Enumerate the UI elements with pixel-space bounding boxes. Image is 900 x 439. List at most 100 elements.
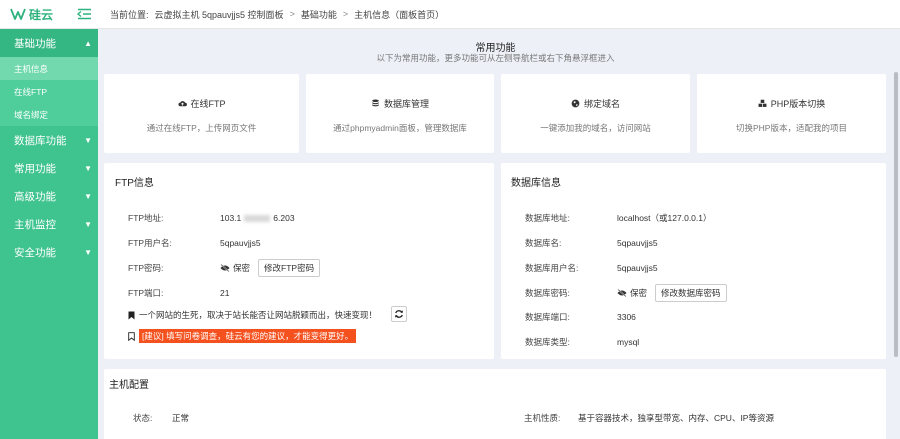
field-label: 状态: [133, 413, 153, 423]
nav-item-host-info[interactable]: 主机信息 [0, 57, 98, 80]
field-label: 数据库类型: [525, 337, 570, 347]
change-ftp-password-button[interactable]: 修改FTP密码 [258, 259, 321, 277]
panel-title: 数据库信息 [511, 178, 561, 189]
promo-notice: 一个网站的生死，取决于站长能否让网站脱颖而出，快速变现！ [128, 309, 377, 321]
ftp-port-value: 21 [220, 288, 230, 298]
redacted-blur [244, 214, 271, 222]
field-label: FTP地址: [128, 213, 164, 223]
ftp-address-suffix: 6.203 [273, 213, 295, 223]
db-type-value: mysql [617, 337, 640, 347]
survey-notice: [建议] 填写问卷调查，硅云有您的建议，才能变得更好。 [128, 329, 357, 343]
ftp-address-value: 103.1 6.203 [220, 213, 295, 223]
section-subtitle: 以下为常用功能，更多功能可从左侧导航栏或右下角悬浮框进入 [376, 53, 615, 63]
field-label: FTP端口: [128, 288, 164, 298]
refresh-icon [395, 310, 403, 318]
logo-icon [10, 8, 26, 20]
nav-item-domain-binding[interactable]: 域名绑定 [0, 103, 98, 126]
caret-down-icon: ▼ [84, 247, 92, 257]
nav-group-common[interactable]: 常用功能 ▼ [0, 154, 98, 182]
field-label: 数据库名: [525, 238, 562, 248]
quick-card-php-version[interactable]: PHP版本切换 切换PHP版本，适配我的项目 [697, 74, 886, 153]
caret-down-icon: ▼ [84, 163, 92, 173]
cubes-icon [758, 99, 767, 107]
promo-text[interactable]: 一个网站的生死，取决于站长能否让网站脱颖而出，快速变现！ [139, 309, 377, 321]
host-nature-value: 基于容器技术，独享型带宽、内存、CPU、IP等资源 [578, 413, 774, 423]
db-address-value: localhost（或127.0.0.1） [617, 213, 712, 223]
caret-down-icon: ▼ [84, 219, 92, 229]
password-mask: 保密 [233, 263, 251, 273]
change-db-password-button[interactable]: 修改数据库密码 [655, 284, 727, 302]
nav-item-online-ftp[interactable]: 在线FTP [0, 80, 98, 103]
db-password-row: 数据库密码: 保密 修改数据库密码 [525, 284, 727, 302]
db-name-row: 数据库名: 5qpauvjjs5 [525, 237, 658, 249]
ftp-user-value: 5qpauvjjs5 [220, 238, 261, 248]
card-description: 切换PHP版本，适配我的项目 [736, 123, 847, 133]
panel-title: 主机配置 [109, 380, 149, 391]
host-status-row: 状态: 正常 [133, 412, 189, 424]
quick-card-db-manage[interactable]: 数据库管理 通过phpmyadmin面板，管理数据库 [306, 74, 494, 153]
db-password-value: 保密 修改数据库密码 [617, 284, 727, 302]
card-title: 在线FTP [190, 99, 226, 109]
nav-group-basic[interactable]: 基础功能 ▲ [0, 29, 98, 57]
db-type-row: 数据库类型: mysql [525, 336, 639, 348]
breadcrumb: 当前位置: 云虚拟主机 5qpauvjjs5 控制面板 > 基础功能 > 主机信… [98, 0, 900, 29]
field-label: 数据库用户名: [525, 263, 579, 273]
breadcrumb-separator: > [289, 9, 295, 19]
logo[interactable]: 硅云 [10, 6, 53, 23]
ftp-info-panel: FTP信息 FTP地址: 103.1 6.203 FTP用户名: 5qpauvjj… [104, 163, 494, 359]
ftp-address-row: FTP地址: 103.1 6.203 [128, 212, 295, 224]
logo-bar: 硅云 [0, 0, 98, 29]
ftp-port-row: FTP端口: 21 [128, 287, 229, 299]
eye-slash-icon [220, 264, 230, 272]
nav-group-label: 高级功能 [14, 190, 56, 203]
db-port-value: 3306 [617, 312, 636, 322]
breadcrumb-separator: > [342, 9, 349, 19]
panel-title: FTP信息 [115, 178, 154, 189]
nav-group-label: 数据库功能 [14, 134, 67, 147]
host-nature-row: 主机性质: 基于容器技术，独享型带宽、内存、CPU、IP等资源 [524, 412, 774, 424]
card-description: 通过在线FTP，上传网页文件 [146, 123, 257, 133]
bookmark-icon [128, 311, 135, 319]
card-title: 绑定域名 [583, 99, 620, 109]
quick-card-online-ftp[interactable]: 在线FTP 通过在线FTP，上传网页文件 [104, 74, 299, 153]
card-title: 数据库管理 [383, 99, 429, 109]
database-icon [372, 99, 379, 107]
ftp-password-row: FTP密码: 保密 修改FTP密码 [128, 259, 321, 277]
host-config-panel: 主机配置 状态: 正常 主机性质: 基于容器技术，独享型带宽、内存、CPU、IP… [104, 369, 886, 439]
scrollbar[interactable] [894, 72, 898, 357]
field-label: FTP密码: [128, 263, 164, 273]
survey-link[interactable]: [建议] 填写问卷调查，硅云有您的建议，才能变得更好。 [139, 329, 357, 343]
refresh-button[interactable] [391, 306, 407, 322]
ftp-password-value: 保密 修改FTP密码 [220, 259, 321, 277]
db-port-row: 数据库端口: 3306 [525, 311, 636, 323]
nav-group-database[interactable]: 数据库功能 ▼ [0, 126, 98, 154]
ftp-address-prefix: 103.1 [220, 213, 242, 223]
nav-group-monitor[interactable]: 主机监控 ▼ [0, 210, 98, 238]
nav-group-advanced[interactable]: 高级功能 ▼ [0, 182, 98, 210]
db-address-row: 数据库地址: localhost（或127.0.0.1） [525, 212, 712, 224]
nav-group-label: 主机监控 [14, 218, 56, 231]
nav-group-label: 基础功能 [14, 37, 56, 50]
field-label: 数据库端口: [525, 312, 570, 322]
breadcrumb-item-current: 主机信息（面板首页） [354, 9, 445, 20]
breadcrumb-item[interactable]: 云虚拟主机 5qpauvjjs5 控制面板 [155, 8, 284, 21]
globe-icon [571, 99, 580, 108]
db-info-panel: 数据库信息 数据库地址: localhost（或127.0.0.1） 数据库名:… [501, 163, 886, 359]
db-user-value: 5qpauvjjs5 [617, 263, 658, 273]
nav-group-label: 安全功能 [14, 246, 56, 259]
eye-slash-icon [617, 289, 627, 297]
nav-group-security[interactable]: 安全功能 ▼ [0, 238, 98, 266]
field-label: 数据库地址: [525, 213, 570, 223]
menu-toggle-icon[interactable] [76, 8, 92, 20]
logo-text: 硅云 [29, 7, 54, 22]
nav-group-label: 常用功能 [14, 162, 56, 175]
card-description: 一键添加我的域名，访问网站 [540, 123, 651, 133]
quick-card-bind-domain[interactable]: 绑定域名 一键添加我的域名，访问网站 [501, 74, 690, 153]
bookmark-outline-icon [128, 331, 135, 341]
cloud-upload-icon [177, 101, 187, 107]
sidebar: 硅云 基础功能 ▲ 主机信息 在线FTP 域名绑定 数据库功能 ▼ 常用功能 ▼… [0, 0, 98, 439]
breadcrumb-item[interactable]: 基础功能 [301, 8, 337, 21]
card-title: PHP版本切换 [770, 99, 826, 109]
card-description: 通过phpmyadmin面板，管理数据库 [333, 123, 467, 133]
caret-down-icon: ▼ [84, 191, 92, 201]
